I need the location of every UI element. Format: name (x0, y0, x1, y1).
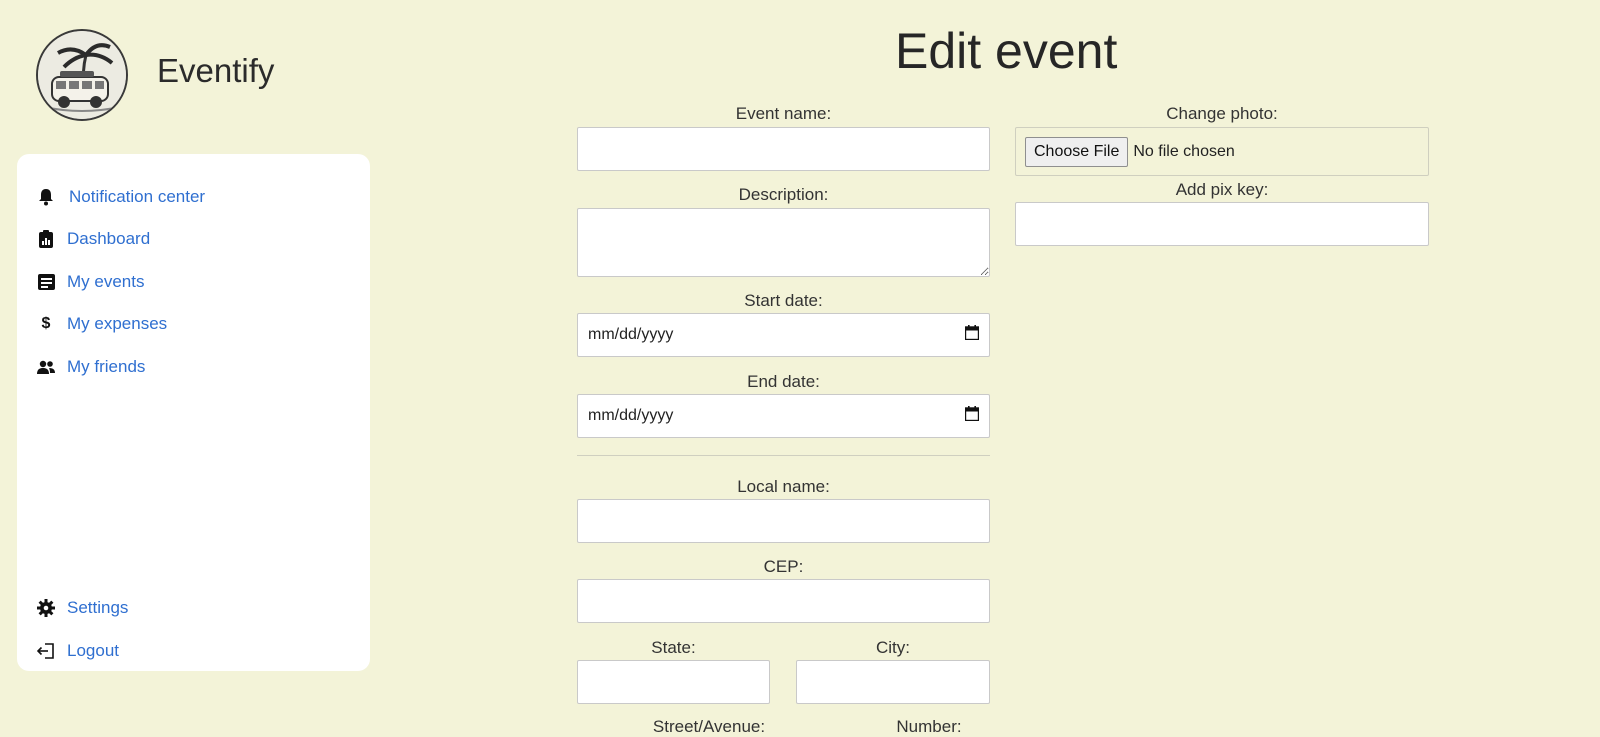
sidebar-item-label: My events (67, 272, 145, 291)
city-input[interactable] (796, 660, 990, 704)
local-name-label: Local name: (737, 477, 830, 496)
sidebar-item-label: Notification center (69, 187, 206, 206)
calendar-icon[interactable] (964, 406, 980, 426)
sidebar-item-my-expenses[interactable]: $ My expenses (37, 311, 168, 337)
street-label: Street/Avenue: (652, 717, 766, 736)
event-name-label: Event name: (735, 104, 832, 123)
sidebar-item-notification-center[interactable]: Notification center (37, 184, 205, 210)
date-placeholder: mm/dd/yyyy (588, 407, 674, 424)
people-icon (37, 358, 55, 376)
change-photo-label: Change photo: (1166, 104, 1278, 123)
gear-icon (37, 599, 55, 617)
app-name: Eventify (157, 52, 275, 89)
sidebar-item-label: My friends (67, 357, 146, 376)
description-label: Description: (738, 185, 829, 204)
dollar-icon: $ (41, 315, 51, 332)
start-date-label: Start date: (744, 291, 823, 310)
page-title: Edit event (895, 23, 1118, 79)
description-textarea[interactable] (577, 208, 990, 277)
eventify-logo (36, 29, 128, 121)
event-name-input[interactable] (577, 127, 990, 171)
start-date-input[interactable]: mm/dd/yyyy (577, 313, 990, 357)
sidebar-item-my-friends[interactable]: My friends (37, 354, 145, 380)
end-date-input[interactable]: mm/dd/yyyy (577, 394, 990, 438)
sidebar-item-logout[interactable]: Logout (37, 638, 119, 664)
local-name-input[interactable] (577, 499, 990, 543)
state-input[interactable] (577, 660, 770, 704)
clipboard-chart-icon (37, 230, 55, 248)
logout-icon (37, 642, 55, 660)
sidebar-item-dashboard[interactable]: Dashboard (37, 226, 150, 252)
choose-file-button[interactable]: Choose File (1025, 136, 1129, 167)
city-label: City: (876, 638, 910, 657)
sidebar-item-my-events[interactable]: My events (37, 269, 144, 295)
file-status-text: No file chosen (1133, 142, 1235, 160)
event-list-icon (37, 273, 55, 291)
cep-label: CEP: (763, 557, 804, 576)
section-divider (577, 455, 990, 456)
pix-key-label: Add pix key: (1175, 180, 1269, 199)
sidebar-item-settings[interactable]: Settings (37, 595, 128, 621)
sidebar-item-label: Settings (67, 598, 129, 617)
sidebar: Notification center Dashboard My events … (17, 154, 370, 671)
pix-key-input[interactable] (1015, 202, 1429, 246)
date-placeholder: mm/dd/yyyy (588, 326, 674, 343)
calendar-icon[interactable] (964, 325, 980, 345)
sidebar-item-label: My expenses (67, 314, 168, 333)
sidebar-item-label: Dashboard (67, 229, 151, 248)
photo-file-input[interactable]: Choose File No file chosen (1015, 127, 1429, 176)
state-label: State: (651, 638, 696, 657)
bell-icon (37, 188, 55, 206)
cep-input[interactable] (577, 579, 990, 623)
end-date-label: End date: (747, 372, 820, 391)
sidebar-item-label: Logout (67, 641, 119, 660)
number-label: Number: (896, 717, 962, 736)
